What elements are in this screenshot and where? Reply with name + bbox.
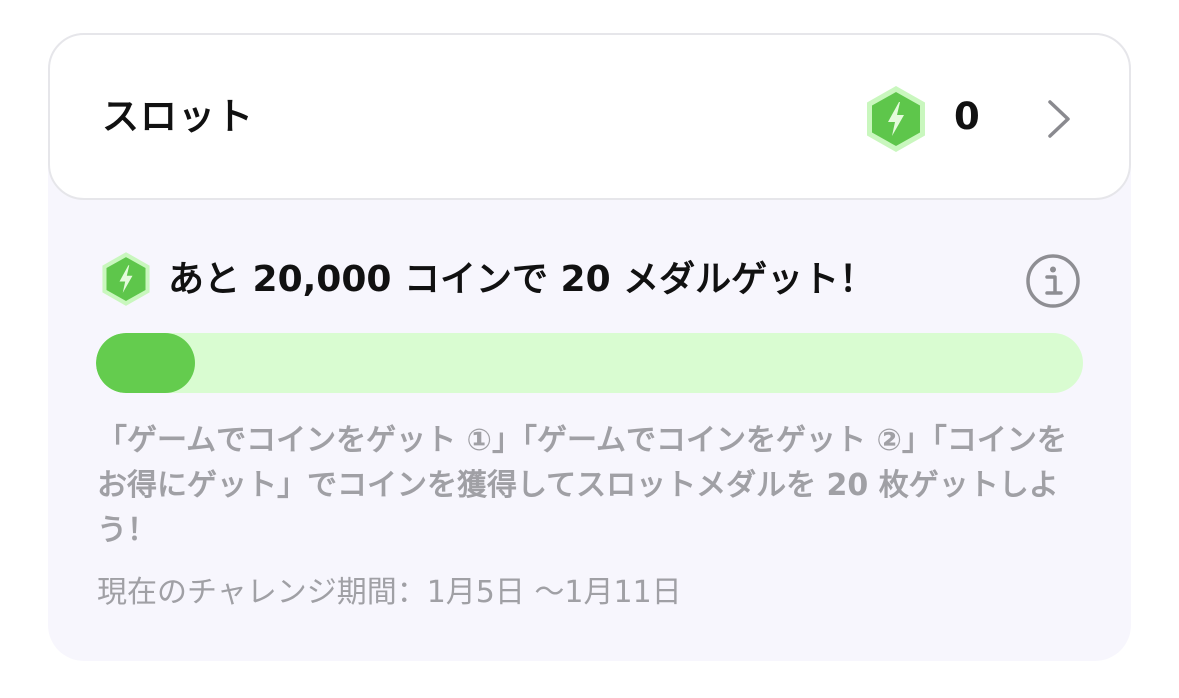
slot-header-row[interactable]: スロット 0 [48, 33, 1131, 200]
lightning-medal-icon [102, 252, 150, 306]
info-icon[interactable] [1025, 253, 1081, 309]
chevron-right-icon[interactable] [1044, 98, 1074, 140]
goal-message: あと 20,000 コインで 20 メダルゲット！ [168, 259, 876, 300]
progress-bar-fill [96, 333, 195, 393]
medal-count: 0 [954, 95, 980, 138]
challenge-period: 現在のチャレンジ期間：1月5日 ～1月11日 [97, 575, 682, 610]
lightning-medal-icon [867, 86, 925, 152]
progress-bar [96, 333, 1083, 393]
slot-title: スロット [102, 95, 254, 138]
challenge-description: 「ゲームでコインをゲット ①」「ゲームでコインをゲット ②」「コインをお得にゲッ… [97, 423, 1067, 548]
